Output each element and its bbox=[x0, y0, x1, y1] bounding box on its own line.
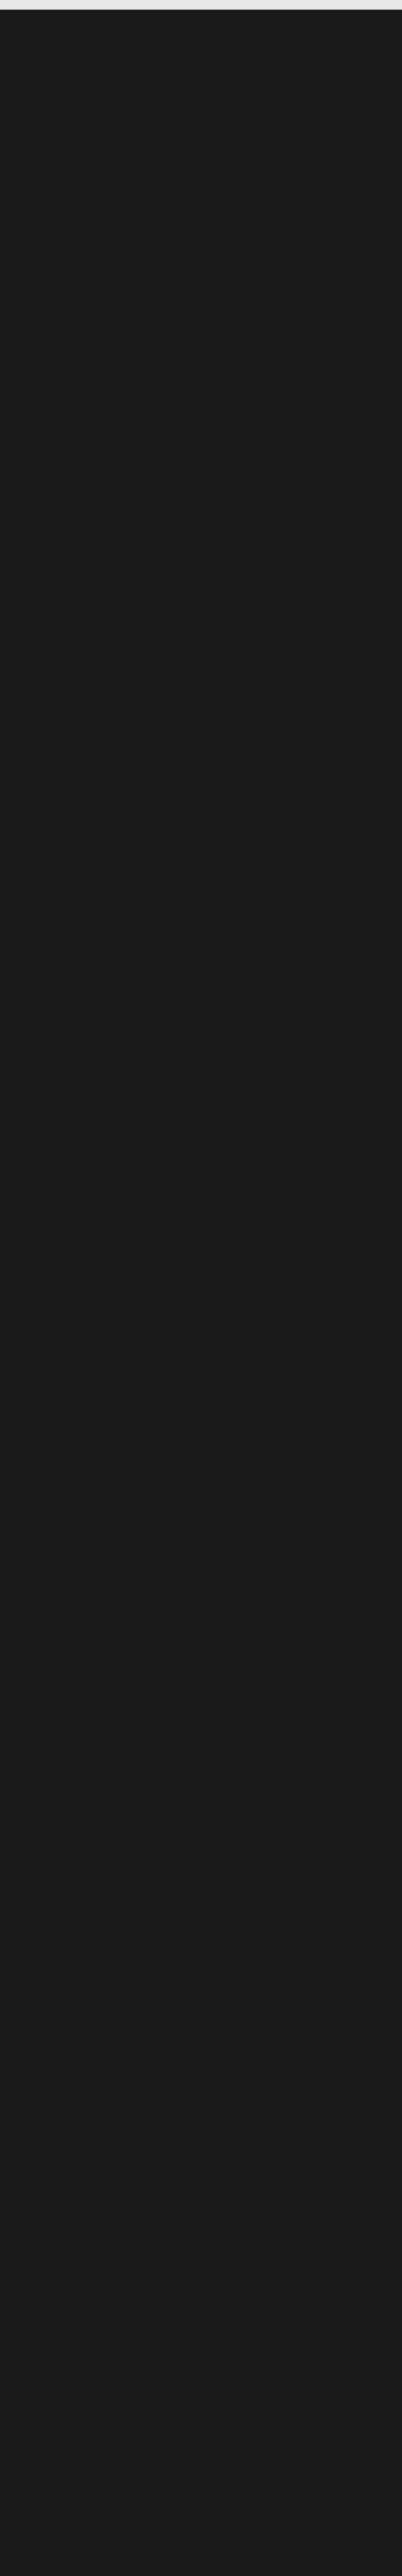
site-title bbox=[0, 0, 402, 10]
chart-area bbox=[0, 10, 402, 2545]
